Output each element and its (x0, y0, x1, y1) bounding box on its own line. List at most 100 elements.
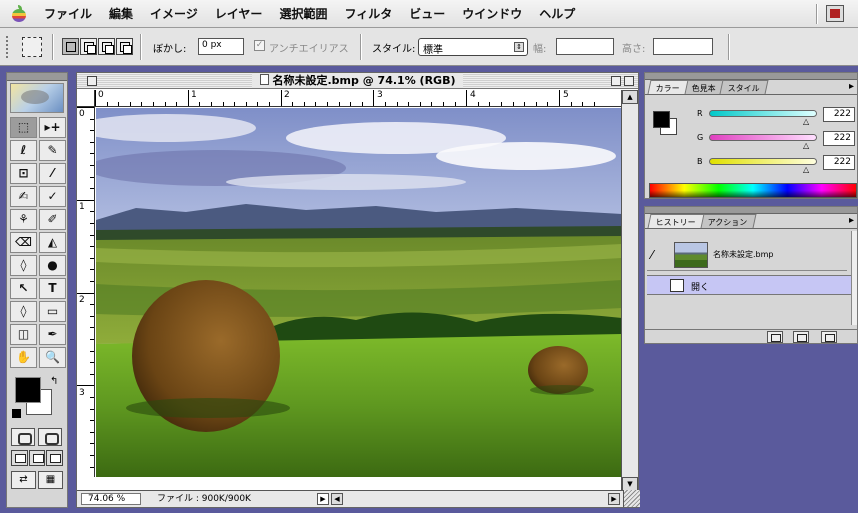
menu-edit[interactable]: 編集 (109, 5, 133, 22)
options-bar-grip[interactable] (6, 36, 11, 58)
add-selection-button[interactable] (80, 38, 97, 55)
scroll-left-icon[interactable]: ◀ (331, 493, 343, 505)
feather-input[interactable]: 0 px (198, 38, 244, 55)
swap-colors-icon[interactable]: ↰ (50, 376, 58, 387)
menu-file[interactable]: ファイル (44, 5, 92, 22)
scroll-up-icon[interactable]: ▲ (622, 90, 638, 104)
scroll-right-icon[interactable]: ▶ (608, 493, 620, 505)
vertical-ruler[interactable]: 0 1 2 3 (77, 107, 95, 477)
slider-thumb-icon[interactable]: △ (803, 165, 809, 174)
zoom-box-icon[interactable] (611, 76, 621, 86)
blur-tool-icon[interactable]: ◊ (10, 255, 37, 276)
pen-tool-icon[interactable]: ◊ (10, 301, 37, 322)
tab-swatches[interactable]: 色見本 (683, 80, 725, 94)
slider-g-track[interactable] (709, 134, 817, 141)
intersect-selection-button[interactable] (116, 38, 133, 55)
palette-foreground-swatch[interactable] (653, 111, 670, 128)
palette-menu-icon[interactable]: ▸ (849, 215, 854, 226)
magic-wand-tool-icon[interactable]: ✎ (39, 140, 66, 161)
slider-b-track[interactable] (709, 158, 817, 165)
tab-styles[interactable]: スタイル (719, 80, 769, 94)
menu-help[interactable]: ヘルプ (539, 5, 575, 22)
slider-b-value[interactable]: 222 (823, 155, 855, 170)
history-state-open[interactable]: 開く (647, 275, 857, 295)
document-titlebar[interactable]: 名称未設定.bmp @ 74.1% (RGB) (77, 73, 638, 89)
rectangle-tool-icon[interactable]: ▭ (39, 301, 66, 322)
jump-to-imageready-button[interactable]: ⇄ (11, 471, 36, 489)
history-scrollbar[interactable] (851, 231, 857, 325)
menu-view[interactable]: ビュー (409, 5, 445, 22)
foreground-color-swatch[interactable] (15, 377, 41, 403)
tab-color[interactable]: カラー (647, 80, 689, 94)
quick-mask-mode-button[interactable] (38, 428, 62, 446)
color-palette-titlebar[interactable] (645, 73, 857, 80)
new-selection-button[interactable] (62, 38, 79, 55)
tab-actions[interactable]: アクション (699, 214, 757, 228)
dodge-tool-icon[interactable]: ● (39, 255, 66, 276)
adobe-online-icon[interactable] (10, 83, 64, 113)
full-screen-mode-button[interactable] (46, 450, 64, 466)
menu-select[interactable]: 選択範囲 (279, 5, 327, 22)
eraser-tool-icon[interactable]: ⌫ (10, 232, 37, 253)
menu-filter[interactable]: フィルタ (344, 5, 392, 22)
application-switcher-icon[interactable] (826, 5, 844, 22)
menu-image[interactable]: イメージ (150, 5, 198, 22)
notes-tool-icon[interactable]: ◫ (10, 324, 37, 345)
slider-thumb-icon[interactable]: △ (803, 141, 809, 150)
canvas[interactable] (96, 108, 622, 477)
style-select[interactable]: 標準 ⇕ (418, 38, 528, 56)
slider-r-value[interactable]: 222 (823, 107, 855, 122)
slider-thumb-icon[interactable]: △ (803, 117, 809, 126)
slice-tool-icon[interactable]: ⁄ (39, 163, 66, 184)
apple-menu-icon[interactable] (10, 4, 28, 23)
height-input[interactable] (653, 38, 713, 55)
color-spectrum-ramp[interactable] (649, 183, 857, 198)
trash-icon[interactable] (821, 331, 837, 343)
move-tool-icon[interactable]: ▸+ (39, 117, 66, 138)
ruler-origin[interactable] (77, 90, 95, 107)
resize-grip-icon[interactable] (623, 490, 640, 507)
history-brush-source-icon[interactable]: ⁄ (651, 248, 653, 262)
slider-g-value[interactable]: 222 (823, 131, 855, 146)
history-palette-titlebar[interactable] (645, 207, 857, 214)
lasso-tool-icon[interactable]: ℓ (10, 140, 37, 161)
eyedropper-tool-icon[interactable]: ✒ (39, 324, 66, 345)
menu-layer[interactable]: レイヤー (215, 5, 263, 22)
toolbox-titlebar[interactable] (7, 73, 67, 81)
close-box-icon[interactable] (87, 76, 97, 86)
zoom-field[interactable]: 74.06 % (81, 493, 141, 505)
new-document-from-state-icon[interactable] (767, 331, 783, 343)
slider-r-track[interactable] (709, 110, 817, 117)
type-tool-icon[interactable]: T (39, 278, 66, 299)
ruler-tick (443, 102, 444, 106)
clone-stamp-tool-icon[interactable]: ⚘ (10, 209, 37, 230)
brush-tool-icon[interactable]: ✓ (39, 186, 66, 207)
subtract-selection-button[interactable] (98, 38, 115, 55)
hand-tool-icon[interactable]: ✋ (10, 347, 37, 368)
paint-bucket-tool-icon[interactable]: ◭ (39, 232, 66, 253)
healing-brush-tool-icon[interactable]: ✍ (10, 186, 37, 207)
current-tool-marquee-icon[interactable] (22, 37, 42, 57)
width-input[interactable] (556, 38, 614, 55)
new-snapshot-icon[interactable] (793, 331, 809, 343)
zoom-tool-icon[interactable]: 🔍 (39, 347, 66, 368)
vertical-scrollbar[interactable]: ▲ ▼ (621, 90, 638, 491)
status-menu-arrow-icon[interactable]: ▶ (317, 493, 329, 505)
path-selection-tool-icon[interactable]: ↖ (10, 278, 37, 299)
marquee-tool-icon[interactable]: ⬚ (10, 117, 37, 138)
crop-tool-icon[interactable]: ⊡ (10, 163, 37, 184)
standard-screen-mode-button[interactable] (11, 450, 28, 466)
history-snapshot[interactable]: ⁄ 名称未設定.bmp (647, 239, 847, 271)
imageready-icon[interactable]: ▦ (38, 471, 63, 489)
horizontal-ruler[interactable]: 0 1 2 3 4 5 (95, 90, 622, 107)
default-colors-icon[interactable] (12, 409, 21, 418)
scroll-down-icon[interactable]: ▼ (622, 477, 638, 491)
antialias-checkbox[interactable]: ✓ (254, 40, 265, 51)
history-brush-tool-icon[interactable]: ✐ (39, 209, 66, 230)
full-screen-menu-mode-button[interactable] (28, 450, 46, 466)
collapse-box-icon[interactable] (624, 76, 634, 86)
tab-history[interactable]: ヒストリー (647, 214, 705, 228)
standard-mode-button[interactable] (11, 428, 35, 446)
palette-menu-icon[interactable]: ▸ (849, 81, 854, 92)
menu-window[interactable]: ウインドウ (462, 5, 522, 22)
